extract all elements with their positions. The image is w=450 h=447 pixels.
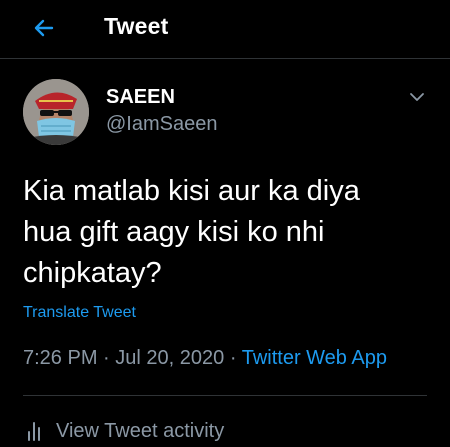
author-display-name[interactable]: SAEEN bbox=[106, 86, 175, 109]
back-button[interactable] bbox=[28, 12, 60, 44]
avatar[interactable] bbox=[23, 79, 89, 145]
tweet-time[interactable]: 7:26 PM bbox=[23, 347, 97, 369]
page-title: Tweet bbox=[104, 13, 169, 39]
tweet-menu-button[interactable] bbox=[404, 84, 430, 110]
top-bar: Tweet bbox=[0, 0, 450, 59]
back-arrow-icon bbox=[34, 19, 54, 37]
tweet-date[interactable]: Jul 20, 2020 bbox=[115, 347, 224, 369]
avatar-image bbox=[23, 79, 89, 145]
bar-chart-icon bbox=[28, 422, 40, 441]
chevron-down-icon bbox=[410, 93, 424, 101]
tweet-text: Kia matlab kisi aur ka diya hua gift aag… bbox=[23, 175, 360, 289]
translate-tweet-link[interactable]: Translate Tweet bbox=[23, 304, 136, 322]
view-tweet-activity-label: View Tweet activity bbox=[56, 419, 225, 442]
meta-separator: · bbox=[103, 347, 110, 369]
divider bbox=[23, 395, 427, 396]
tweet-metadata: 7:26 PM · Jul 20, 2020 · Twitter Web App bbox=[23, 347, 387, 370]
meta-separator: · bbox=[229, 347, 237, 369]
tweet-source-link[interactable]: Twitter Web App bbox=[242, 347, 387, 369]
view-tweet-activity-button[interactable]: View Tweet activity bbox=[23, 418, 224, 444]
author-handle[interactable]: @IamSaeen bbox=[106, 113, 217, 136]
